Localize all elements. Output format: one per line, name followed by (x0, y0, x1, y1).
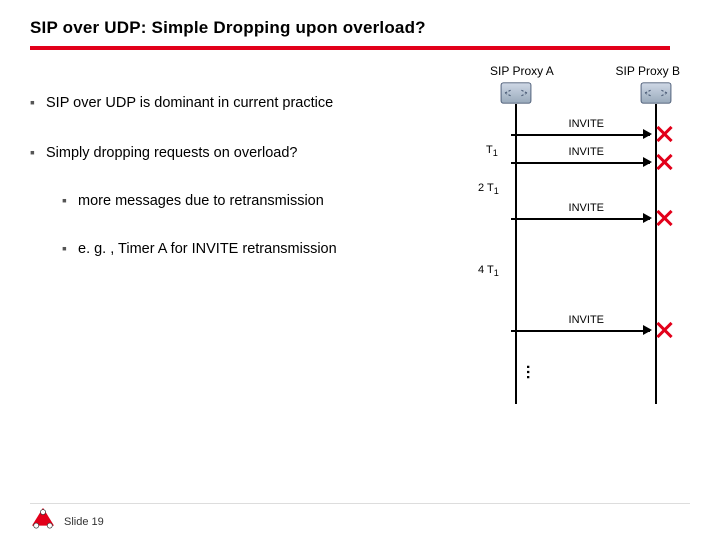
lifeline-a (515, 104, 517, 404)
tick-4t1 (511, 330, 519, 332)
bullet-2b: e. g. , Timer A for INVITE retransmissio… (46, 240, 470, 258)
sequence-diagram: SIP Proxy A SIP Proxy B INVITE INVITE (470, 64, 690, 424)
slide-number: Slide 19 (64, 516, 104, 528)
msg-invite-3-label: INVITE (569, 202, 604, 214)
timer-2t1: 2 T1 (478, 182, 499, 196)
bullet-2: Simply dropping requests on overload? mo… (30, 144, 470, 258)
title-rule (30, 46, 670, 50)
logo-icon (30, 507, 56, 534)
footer-rule (30, 503, 690, 505)
bullet-2-text: Simply dropping requests on overload? (46, 145, 297, 161)
tick-2t1 (511, 218, 519, 220)
slide: SIP over UDP: Simple Dropping upon overl… (0, 0, 720, 540)
proxy-b-label: SIP Proxy B (616, 64, 680, 78)
tick-start (511, 134, 519, 136)
slide-body: SIP over UDP is dominant in current prac… (30, 94, 690, 424)
tick-t1 (511, 162, 519, 164)
msg-invite-4-label: INVITE (569, 314, 604, 326)
drop-icon-1 (656, 126, 672, 142)
msg-invite-1: INVITE (516, 126, 650, 144)
lifeline-b (655, 104, 657, 404)
msg-invite-2-label: INVITE (569, 146, 604, 158)
bullet-2a: more messages due to retransmission (46, 192, 470, 210)
bullet-1: SIP over UDP is dominant in current prac… (30, 94, 470, 112)
proxy-b-icon (640, 82, 672, 104)
proxy-a-icon (500, 82, 532, 104)
msg-invite-2: INVITE (516, 154, 650, 172)
msg-invite-1-label: INVITE (569, 118, 604, 130)
drop-icon-4 (656, 322, 672, 338)
drop-icon-2 (656, 154, 672, 170)
msg-invite-4: INVITE (516, 322, 650, 340)
ellipsis-icon: … (522, 364, 540, 382)
drop-icon-3 (656, 210, 672, 226)
timer-4t1: 4 T1 (478, 264, 499, 278)
page-title: SIP over UDP: Simple Dropping upon overl… (30, 18, 690, 38)
msg-invite-3: INVITE (516, 210, 650, 228)
proxy-a-label: SIP Proxy A (490, 64, 554, 78)
timer-t1: T1 (486, 144, 498, 158)
bullet-list: SIP over UDP is dominant in current prac… (30, 94, 470, 424)
